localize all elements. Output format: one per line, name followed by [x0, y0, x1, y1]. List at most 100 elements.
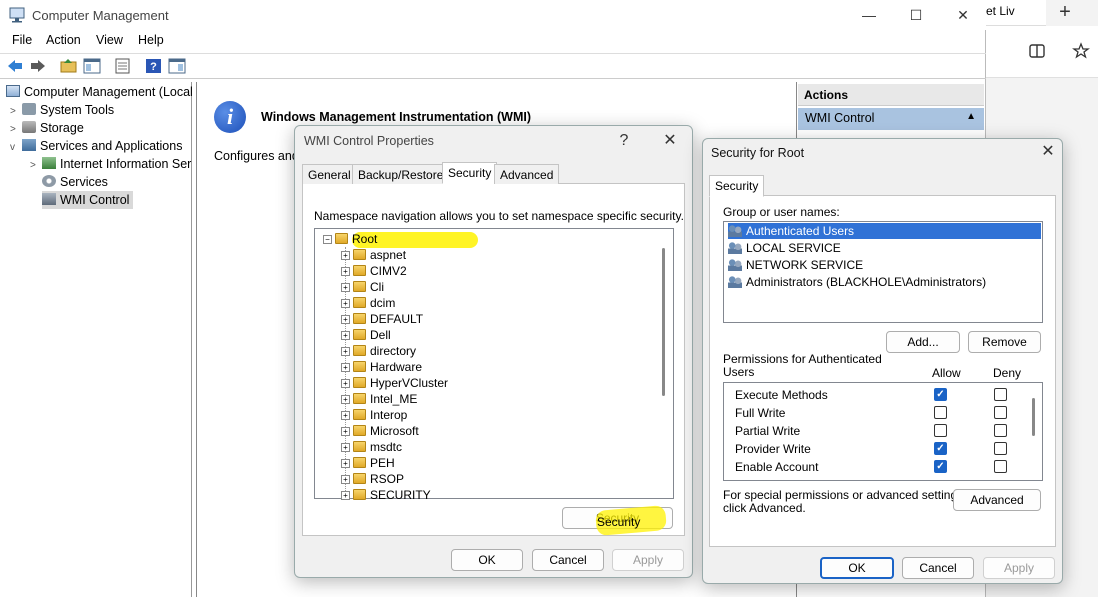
- namespace-scrollbar[interactable]: [662, 248, 665, 396]
- close-icon[interactable]: ✕: [660, 131, 680, 151]
- new-tab-button[interactable]: +: [1052, 0, 1078, 26]
- ok-button[interactable]: OK: [451, 549, 523, 571]
- permissions-scrollbar[interactable]: [1032, 398, 1035, 436]
- allow-checkbox[interactable]: ✓: [934, 442, 947, 455]
- expand-box-icon[interactable]: +: [341, 491, 350, 500]
- cancel-button[interactable]: Cancel: [532, 549, 604, 571]
- namespace-item[interactable]: + Intel_ME: [341, 391, 417, 407]
- help-question-button[interactable]: ?: [614, 131, 634, 151]
- deny-checkbox[interactable]: [994, 406, 1007, 419]
- maximize-button[interactable]: ☐: [893, 0, 939, 30]
- namespace-item[interactable]: + Hardware: [341, 359, 422, 375]
- cancel-button[interactable]: Cancel: [902, 557, 974, 579]
- add-button[interactable]: Add...: [886, 331, 960, 353]
- namespace-item[interactable]: + Interop: [341, 407, 407, 423]
- expand-box-icon[interactable]: +: [341, 363, 350, 372]
- namespace-item[interactable]: + Cli: [341, 279, 384, 295]
- tree-item-services[interactable]: Services: [42, 173, 108, 191]
- tab-general[interactable]: General: [302, 164, 357, 184]
- namespace-item[interactable]: + directory: [341, 343, 416, 359]
- user-item-administrators[interactable]: Administrators (BLACKHOLE\Administrators…: [728, 274, 990, 290]
- namespace-item[interactable]: + PEH: [341, 455, 395, 471]
- tab-advanced[interactable]: Advanced: [494, 164, 560, 184]
- namespace-item[interactable]: + dcim: [341, 295, 395, 311]
- expand-box-icon[interactable]: +: [341, 283, 350, 292]
- menu-action[interactable]: Action: [46, 33, 81, 47]
- apply-button[interactable]: Apply: [983, 557, 1055, 579]
- expand-box-icon[interactable]: +: [341, 251, 350, 260]
- namespace-item[interactable]: + aspnet: [341, 247, 406, 263]
- namespace-item[interactable]: + Dell: [341, 327, 391, 343]
- close-button[interactable]: ✕: [940, 0, 986, 30]
- back-arrow-icon[interactable]: [6, 58, 24, 74]
- actions-wmi-control[interactable]: WMI Control ▲: [798, 108, 984, 130]
- collapse-box-icon[interactable]: −: [323, 235, 332, 244]
- show-hide-tree-icon[interactable]: [83, 58, 101, 74]
- remove-button[interactable]: Remove: [968, 331, 1041, 353]
- expand-box-icon[interactable]: +: [341, 299, 350, 308]
- up-folder-icon[interactable]: [60, 58, 78, 74]
- tab-security[interactable]: Security: [442, 162, 498, 184]
- expand-box-icon[interactable]: +: [341, 347, 350, 356]
- expand-box-icon[interactable]: +: [341, 315, 350, 324]
- namespace-item[interactable]: + CIMV2: [341, 263, 407, 279]
- forward-arrow-icon[interactable]: [29, 58, 47, 74]
- expand-box-icon[interactable]: +: [341, 427, 350, 436]
- expand-box-icon[interactable]: +: [341, 267, 350, 276]
- expand-box-icon[interactable]: +: [341, 331, 350, 340]
- deny-checkbox[interactable]: [994, 442, 1007, 455]
- tree-item-services-and-applications[interactable]: v Services and Applications: [10, 137, 182, 155]
- namespace-item[interactable]: + DEFAULT: [341, 311, 423, 327]
- menu-view[interactable]: View: [96, 33, 123, 47]
- namespace-item[interactable]: + RSOP: [341, 471, 404, 487]
- apply-button[interactable]: Apply: [612, 549, 684, 571]
- allow-checkbox[interactable]: [934, 406, 947, 419]
- browser-tab[interactable]: et Liv: [986, 0, 1046, 26]
- expand-box-icon[interactable]: +: [341, 411, 350, 420]
- menu-file[interactable]: File: [12, 33, 32, 47]
- namespace-item[interactable]: + SECURITY: [341, 487, 431, 503]
- tree-item-system-tools[interactable]: > System Tools: [10, 101, 114, 119]
- chevron-down-icon[interactable]: v: [10, 139, 22, 157]
- tree-item-storage[interactable]: > Storage: [10, 119, 84, 137]
- menu-help[interactable]: Help: [138, 33, 164, 47]
- help-icon[interactable]: ?: [145, 58, 163, 74]
- properties-icon[interactable]: [114, 58, 132, 74]
- expand-box-icon[interactable]: +: [341, 379, 350, 388]
- deny-checkbox[interactable]: [994, 388, 1007, 401]
- toolbar: ?: [0, 53, 986, 79]
- action-pane-icon[interactable]: [168, 58, 186, 74]
- split-screen-icon[interactable]: [1028, 42, 1046, 60]
- expand-box-icon[interactable]: +: [341, 443, 350, 452]
- deny-checkbox[interactable]: [994, 460, 1007, 473]
- user-item-network-service[interactable]: NETWORK SERVICE: [728, 257, 867, 273]
- advanced-button[interactable]: Advanced: [953, 489, 1041, 511]
- chevron-right-icon[interactable]: >: [30, 157, 42, 175]
- namespace-root[interactable]: − Root: [323, 231, 377, 247]
- deny-checkbox[interactable]: [994, 424, 1007, 437]
- tree-item-wmi-control[interactable]: WMI Control: [42, 191, 134, 209]
- user-item-local-service[interactable]: LOCAL SERVICE: [728, 240, 845, 256]
- expand-box-icon[interactable]: +: [341, 395, 350, 404]
- allow-checkbox[interactable]: [934, 424, 947, 437]
- expand-box-icon[interactable]: +: [341, 459, 350, 468]
- allow-checkbox[interactable]: ✓: [934, 388, 947, 401]
- collapse-up-icon[interactable]: ▲: [966, 111, 976, 122]
- folder-icon: [353, 409, 366, 420]
- tree-item-computer-management[interactable]: Computer Management (Local: [6, 83, 193, 101]
- tab-backup-restore[interactable]: Backup/Restore: [352, 164, 450, 184]
- expand-box-icon[interactable]: +: [341, 475, 350, 484]
- close-icon[interactable]: ✕: [1038, 142, 1058, 162]
- user-item-authenticated-users[interactable]: Authenticated Users: [728, 223, 1041, 239]
- namespace-item[interactable]: + msdtc: [341, 439, 402, 455]
- folder-icon: [353, 377, 366, 388]
- namespace-item[interactable]: + Microsoft: [341, 423, 419, 439]
- namespace-item[interactable]: + HyperVCluster: [341, 375, 448, 391]
- favorites-icon[interactable]: [1072, 42, 1092, 60]
- tab-security[interactable]: Security: [709, 175, 765, 197]
- ok-button[interactable]: OK: [820, 557, 894, 579]
- browser-toolbar: [986, 26, 1098, 78]
- tree-item-iis[interactable]: > Internet Information Ser: [30, 155, 191, 173]
- allow-checkbox[interactable]: ✓: [934, 460, 947, 473]
- minimize-button[interactable]: —: [846, 0, 892, 30]
